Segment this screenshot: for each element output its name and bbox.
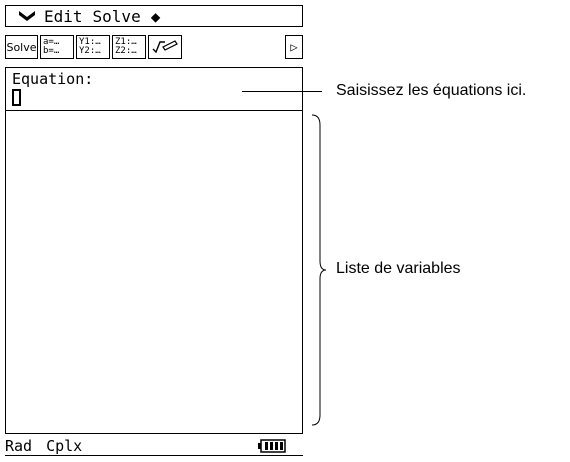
solve-button-label: Solve	[6, 40, 37, 54]
assign-line-2: b=…	[43, 46, 60, 56]
graph-function-button[interactable]: Y1:… Y2:…	[76, 35, 110, 59]
menu-edit[interactable]: Edit	[44, 7, 83, 26]
chevron-down-icon[interactable]	[18, 7, 36, 26]
angle-mode[interactable]: Rad	[5, 437, 32, 455]
equation-leader-line	[242, 91, 322, 92]
toolbar: Solve a=… b=… Y1:… Y2:… Z1:… Z2:… ▷	[5, 33, 303, 61]
variables-brace	[311, 114, 327, 426]
scroll-right-icon: ▷	[290, 39, 298, 54]
solve-button[interactable]: Solve	[5, 35, 38, 59]
status-bar: Rad Cplx	[5, 436, 303, 456]
graph-line-2: Y2:…	[79, 46, 101, 56]
equation-panel[interactable]: Equation:	[5, 67, 303, 111]
complex-mode[interactable]: Cplx	[46, 437, 82, 455]
battery-icon	[257, 438, 287, 453]
pencil-math-icon	[152, 40, 178, 54]
equation-label: Equation:	[12, 70, 94, 88]
menu-bar: Edit Solve ◆	[5, 5, 303, 27]
assign-button[interactable]: a=… b=…	[40, 35, 74, 59]
menu-solve[interactable]: Solve	[93, 7, 141, 26]
complex-function-button[interactable]: Z1:… Z2:…	[112, 35, 146, 59]
variable-list[interactable]	[5, 110, 303, 434]
menu-diamond-icon[interactable]: ◆	[151, 7, 161, 26]
toolbar-scroll-button[interactable]: ▷	[285, 35, 303, 59]
equation-callout: Saisissez les équations ici.	[336, 82, 527, 99]
text-cursor	[12, 89, 21, 106]
variables-callout: Liste de variables	[336, 260, 461, 277]
complex-line-2: Z2:…	[115, 46, 137, 56]
math-template-button[interactable]	[148, 35, 182, 59]
